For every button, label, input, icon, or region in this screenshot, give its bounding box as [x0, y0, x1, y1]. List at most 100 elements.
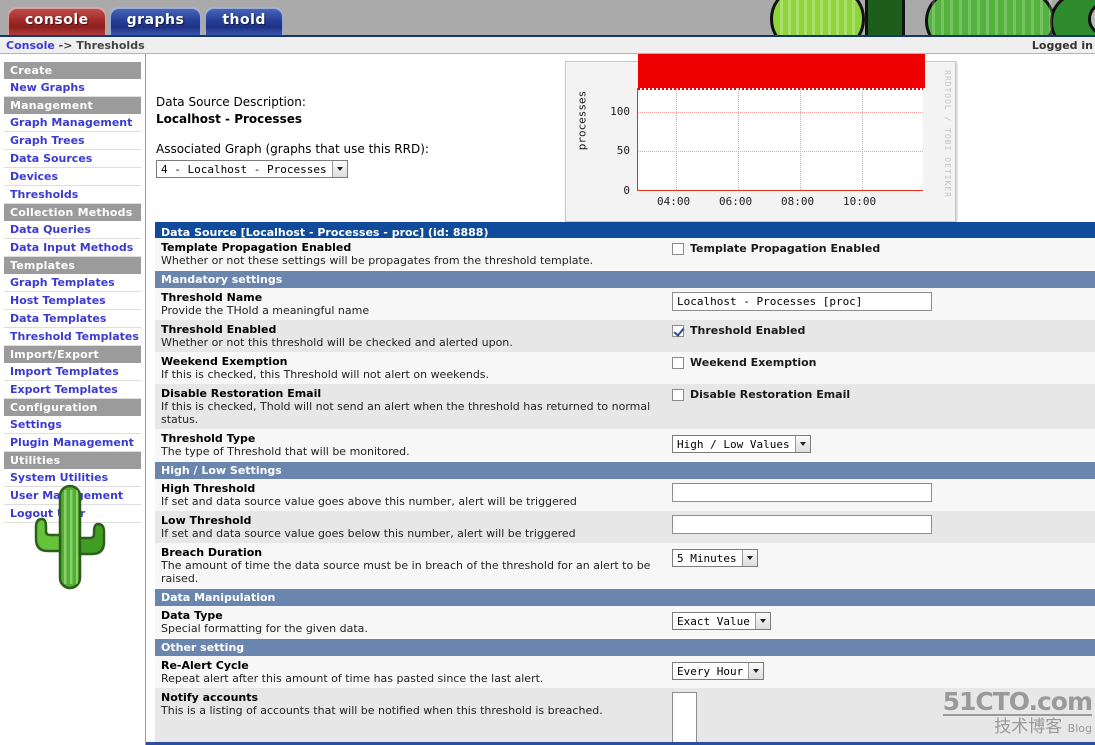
- sidebar-item-data-queries[interactable]: Data Queries: [4, 221, 141, 239]
- settings-row-label: Disable Restoration Email If this is chec…: [161, 387, 666, 426]
- cactus-logo-icon: [34, 484, 106, 590]
- dropdown-select[interactable]: High / Low Values: [672, 435, 811, 453]
- settings-row: Weekend Exemption If this is checked, thi…: [155, 352, 1095, 384]
- settings-row-title: Threshold Enabled: [161, 323, 277, 336]
- settings-row-title: Breach Duration: [161, 546, 263, 559]
- settings-row-description: If set and data source value goes below …: [161, 527, 576, 540]
- settings-row-control: 5 Minutes: [666, 546, 1095, 567]
- sidebar-item-data-templates[interactable]: Data Templates: [4, 310, 141, 328]
- checkbox-input[interactable]: [672, 324, 684, 337]
- sidebar-nav: Create New Graphs Management Graph Manageme…: [4, 62, 141, 523]
- sidebar-item-export-templates[interactable]: Export Templates: [4, 381, 141, 399]
- settings-row: Re-Alert Cycle Repeat alert after this am…: [155, 656, 1095, 688]
- settings-row-label: Low Threshold If set and data source valu…: [161, 514, 666, 540]
- tab-thold[interactable]: thold: [205, 7, 283, 35]
- checkbox-group[interactable]: Threshold Enabled: [672, 324, 1095, 337]
- sidebar-item-graph-management[interactable]: Graph Management: [4, 114, 141, 132]
- settings-row: High Threshold If set and data source val…: [155, 479, 1095, 511]
- sidebar-item-thresholds[interactable]: Thresholds: [4, 186, 141, 204]
- checkbox-input[interactable]: [672, 388, 684, 401]
- rrd-x-tick-label: 10:00: [843, 195, 877, 208]
- breadcrumb-root[interactable]: Console: [6, 39, 55, 52]
- sidebar: Create New Graphs Management Graph Manageme…: [0, 54, 146, 745]
- settings-row-title: Template Propagation Enabled: [161, 241, 352, 254]
- settings-row-title: High Threshold: [161, 482, 256, 495]
- rrd-plot-area: [637, 54, 925, 191]
- settings-row-control: [666, 514, 1095, 534]
- sidebar-group-collection-methods: Collection Methods: [4, 204, 141, 221]
- settings-row-label: Notify accounts This is a listing of acco…: [161, 691, 666, 717]
- sidebar-group-management: Management: [4, 97, 141, 114]
- checkbox-label: Threshold Enabled: [690, 324, 806, 337]
- sidebar-item-host-templates[interactable]: Host Templates: [4, 292, 141, 310]
- settings-row-description: Repeat alert after this amount of time h…: [161, 672, 544, 685]
- chevron-down-icon: [754, 613, 770, 629]
- sidebar-item-import-templates[interactable]: Import Templates: [4, 363, 141, 381]
- checkbox-input[interactable]: [672, 242, 684, 255]
- text-input[interactable]: [672, 292, 932, 311]
- sidebar-item-threshold-templates[interactable]: Threshold Templates: [4, 328, 141, 346]
- associated-graph-value: 4 - Localhost - Processes: [161, 163, 327, 176]
- rrd-y-tick-label: 0: [623, 184, 630, 197]
- rrd-gridline-v: [800, 88, 801, 190]
- rrd-gridline-v: [676, 88, 677, 190]
- sidebar-item-devices[interactable]: Devices: [4, 168, 141, 186]
- main-tabs[interactable]: console graphs thold: [8, 7, 283, 35]
- ds-description-label: Data Source Description:: [156, 95, 306, 109]
- notify-accounts-listbox[interactable]: [672, 692, 697, 745]
- checkbox-input[interactable]: [672, 356, 684, 369]
- text-input[interactable]: [672, 515, 932, 534]
- sidebar-group-configuration: Configuration: [4, 399, 141, 416]
- settings-row-label: Threshold Enabled Whether or not this thr…: [161, 323, 666, 349]
- dropdown-value: Every Hour: [677, 665, 744, 678]
- tab-console-label: console: [25, 12, 89, 28]
- banner-cactus-artwork: [710, 0, 1095, 35]
- settings-row: Notify accounts This is a listing of acco…: [155, 688, 1095, 745]
- settings-row-description: The amount of time the data source must …: [161, 559, 651, 585]
- tab-console[interactable]: console: [8, 7, 106, 35]
- settings-row-control: Weekend Exemption: [666, 355, 1095, 369]
- checkbox-group[interactable]: Weekend Exemption: [672, 356, 1095, 369]
- dropdown-value: High / Low Values: [677, 438, 790, 451]
- checkbox-group[interactable]: Template Propagation Enabled: [672, 242, 1095, 255]
- settings-row: Threshold Type The type of Threshold that…: [155, 429, 1095, 461]
- sidebar-item-data-sources[interactable]: Data Sources: [4, 150, 141, 168]
- dropdown-select[interactable]: Exact Value: [672, 612, 771, 630]
- dropdown-select[interactable]: 5 Minutes: [672, 549, 758, 567]
- sidebar-group-create: Create: [4, 62, 141, 79]
- associated-graph-select[interactable]: 4 - Localhost - Processes: [156, 160, 348, 178]
- sidebar-item-settings[interactable]: Settings: [4, 416, 141, 434]
- dropdown-value: 5 Minutes: [677, 552, 737, 565]
- dropdown-value: Exact Value: [677, 615, 750, 628]
- sidebar-item-graph-trees[interactable]: Graph Trees: [4, 132, 141, 150]
- rrd-x-tick-label: 06:00: [719, 195, 753, 208]
- associated-graph-label: Associated Graph (graphs that use this R…: [156, 142, 429, 156]
- sidebar-group-utilities: Utilities: [4, 452, 141, 469]
- rrd-gridline-v: [862, 88, 863, 190]
- top-banner: console graphs thold: [0, 0, 1095, 37]
- sidebar-item-graph-templates[interactable]: Graph Templates: [4, 274, 141, 292]
- settings-row-description: The type of Threshold that will be monit…: [161, 445, 410, 458]
- settings-row-control: [666, 482, 1095, 502]
- checkbox-label: Disable Restoration Email: [690, 388, 851, 401]
- text-input[interactable]: [672, 483, 932, 502]
- chevron-down-icon: [741, 550, 757, 566]
- rrd-graph: Localhost - Processes processes 05010004…: [565, 54, 956, 222]
- sidebar-item-new-graphs[interactable]: New Graphs: [4, 79, 141, 97]
- sidebar-item-data-input-methods[interactable]: Data Input Methods: [4, 239, 141, 257]
- settings-row-title: Threshold Type: [161, 432, 256, 445]
- settings-row-title: Threshold Name: [161, 291, 263, 304]
- sidebar-item-plugin-management[interactable]: Plugin Management: [4, 434, 141, 452]
- settings-row-control: [666, 691, 1095, 745]
- chevron-down-icon: [331, 161, 347, 177]
- tab-graphs[interactable]: graphs: [109, 7, 202, 35]
- settings-subheader: Mandatory settings: [155, 270, 1095, 288]
- rrd-y-tick-label: 50: [616, 144, 630, 158]
- settings-row-control: Every Hour: [666, 659, 1095, 680]
- tab-graphs-label: graphs: [126, 12, 185, 28]
- settings-row: Disable Restoration Email If this is chec…: [155, 384, 1095, 429]
- checkbox-group[interactable]: Disable Restoration Email: [672, 388, 1095, 401]
- dropdown-select[interactable]: Every Hour: [672, 662, 765, 680]
- tab-thold-label: thold: [222, 12, 266, 28]
- page-body: Create New Graphs Management Graph Manageme…: [0, 54, 1095, 745]
